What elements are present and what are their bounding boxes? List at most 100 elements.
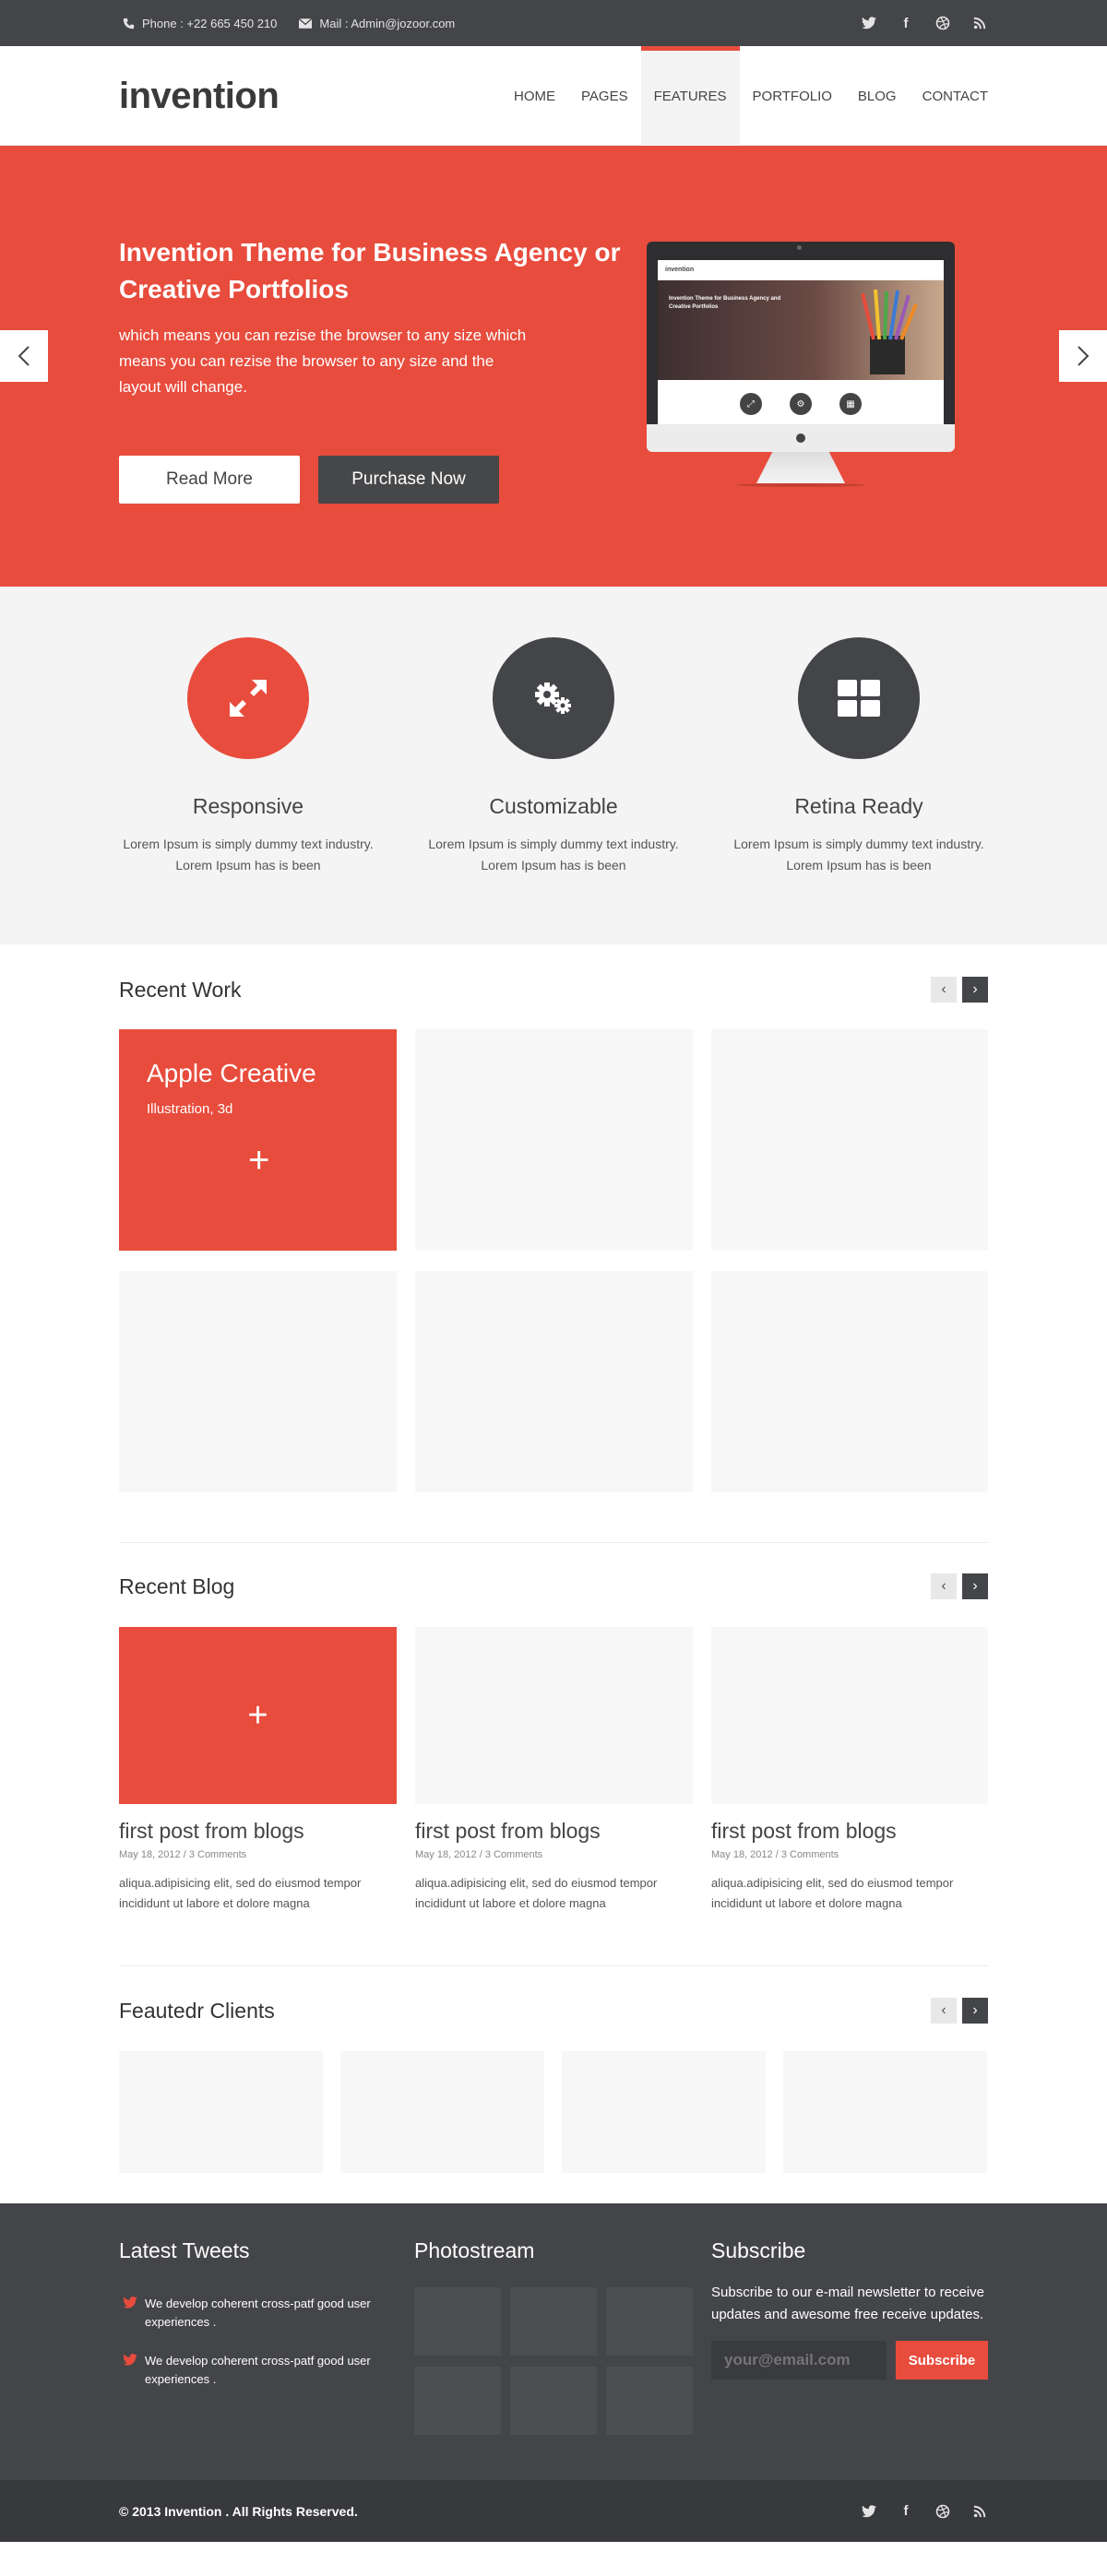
nav-contact[interactable]: CONTACT [910,46,988,146]
main-nav: HOME PAGES FEATURES PORTFOLIO BLOG CONTA… [501,46,988,146]
monitor-camera [797,245,802,250]
twitter-icon[interactable] [861,2503,877,2520]
facebook-icon[interactable]: f [898,2503,914,2520]
nav-home[interactable]: HOME [501,46,568,146]
blog-image[interactable] [415,1627,693,1804]
slider-next-arrow[interactable] [1059,330,1107,382]
work-tile[interactable] [711,1029,988,1251]
mockup-gears-icon: ⚙ [790,393,812,415]
rss-icon[interactable] [971,15,988,31]
section-title: Recent Blog [119,1573,235,1598]
recent-blog-header: Recent Blog ‹ › [119,1573,988,1599]
blog-post-title[interactable]: first post from blogs [711,1819,988,1844]
monitor-button [796,433,805,443]
subscribe-button[interactable]: Subscribe [896,2341,988,2380]
photo-thumb[interactable] [414,2367,501,2435]
site-footer: Latest Tweets We develop coherent cross-… [0,2203,1107,2480]
chevron-left-icon [18,346,30,366]
phone-info: Phone : +22 665 450 210 [123,17,277,30]
monitor-shadow [736,483,865,487]
feature-retina-ready: Retina Ready Lorem Ipsum is simply dummy… [730,637,988,876]
blog-post-title[interactable]: first post from blogs [415,1819,693,1844]
clients-prev-button[interactable]: ‹ [931,1998,957,2024]
dribbble-icon[interactable] [934,2503,951,2520]
chevron-right-icon [1077,346,1089,366]
work-grid: Apple Creative Illustration, 3d + [119,1029,988,1492]
monitor-stand [756,452,845,483]
client-logo[interactable] [783,2051,987,2173]
photo-thumb[interactable] [510,2287,597,2356]
gears-icon [493,637,614,759]
client-logo[interactable] [562,2051,766,2173]
blog-image[interactable]: + [119,1627,397,1804]
purchase-now-button[interactable]: Purchase Now [318,456,499,504]
photo-thumb[interactable] [414,2287,501,2356]
tweet-text: We develop coherent cross-patf good user… [145,2297,371,2329]
hero-title: Invention Theme for Business Agency or C… [119,238,621,303]
photo-thumb[interactable] [606,2287,693,2356]
mockup-grid-icon: ▦ [839,393,862,415]
photostream: Photostream [414,2238,711,2435]
blog-post: + first post from blogs May 18, 2012 / 3… [119,1627,397,1914]
client-logo[interactable] [119,2051,323,2173]
mail-info: Mail : Admin@jozoor.com [299,17,455,30]
work-tile[interactable] [119,1271,397,1492]
rss-icon[interactable] [971,2503,988,2520]
dribbble-icon[interactable] [934,15,951,31]
grid-icon [798,637,920,759]
work-tile-featured[interactable]: Apple Creative Illustration, 3d + [119,1029,397,1251]
blog-image[interactable] [711,1627,988,1804]
hero-slider: Invention Theme for Business Agency or C… [0,146,1107,587]
client-logo[interactable] [340,2051,544,2173]
contact-info: Phone : +22 665 450 210 Mail : Admin@joz… [119,17,455,30]
clients-grid [119,2051,988,2173]
email-field[interactable] [711,2341,887,2380]
photo-thumb[interactable] [510,2367,597,2435]
mockup-feature-circles: ⤢ ⚙ ▦ [658,380,944,415]
feature-title: Responsive [192,794,304,818]
feature-text: Lorem Ipsum is simply dummy text industr… [123,837,374,873]
slider-prev-arrow[interactable] [0,330,48,382]
monitor-screen: invention Invention Theme for Business A… [658,260,944,424]
photo-thumb[interactable] [606,2367,693,2435]
social-links-bottom: f [861,2503,988,2520]
facebook-icon[interactable]: f [898,15,914,31]
blog-next-button[interactable]: › [962,1573,988,1599]
hero-text: which means you can rezise the browser t… [119,326,527,396]
work-prev-button[interactable]: ‹ [931,977,957,1003]
work-pager: ‹ › [931,977,988,1003]
subscribe-text: Subscribe to our e-mail newsletter to re… [711,2285,984,2322]
mockup-hero-title: Invention Theme for Business Agency and … [669,296,781,310]
blog-post-meta: May 18, 2012 / 3 Comments [415,1849,543,1860]
work-next-button[interactable]: › [962,977,988,1003]
blog-post-meta: May 18, 2012 / 3 Comments [119,1849,247,1860]
clients-next-button[interactable]: › [962,1998,988,2024]
blog-post-excerpt: aliqua.adipisicing elit, sed do eiusmod … [415,1876,658,1910]
work-tile[interactable] [415,1271,693,1492]
photo-grid [414,2287,711,2435]
nav-pages[interactable]: PAGES [568,46,641,146]
nav-blog[interactable]: BLOG [845,46,910,146]
blog-post-title[interactable]: first post from blogs [119,1819,397,1844]
blog-post-excerpt: aliqua.adipisicing elit, sed do eiusmod … [119,1876,362,1910]
footer-heading: Latest Tweets [119,2238,250,2262]
feature-text: Lorem Ipsum is simply dummy text industr… [733,837,984,873]
recent-work-header: Recent Work ‹ › [119,977,988,1003]
twitter-icon[interactable] [861,15,877,31]
nav-features[interactable]: FEATURES [640,46,740,146]
feature-title: Customizable [489,794,618,818]
blog-prev-button[interactable]: ‹ [931,1573,957,1599]
section-divider [119,1542,988,1543]
site-logo[interactable]: invention [119,76,280,117]
mockup-expand-icon: ⤢ [740,393,762,415]
work-tile[interactable] [415,1029,693,1251]
twitter-bird-icon [119,2295,137,2332]
monitor-screen-frame: invention Invention Theme for Business A… [647,242,955,424]
nav-portfolio[interactable]: PORTFOLIO [740,46,845,146]
phone-icon [123,18,135,29]
work-tile[interactable] [711,1271,988,1492]
subscribe-form: Subscribe [711,2341,988,2380]
read-more-button[interactable]: Read More [119,456,300,504]
feature-text: Lorem Ipsum is simply dummy text industr… [428,837,679,873]
clients-pager: ‹ › [931,1998,988,2024]
